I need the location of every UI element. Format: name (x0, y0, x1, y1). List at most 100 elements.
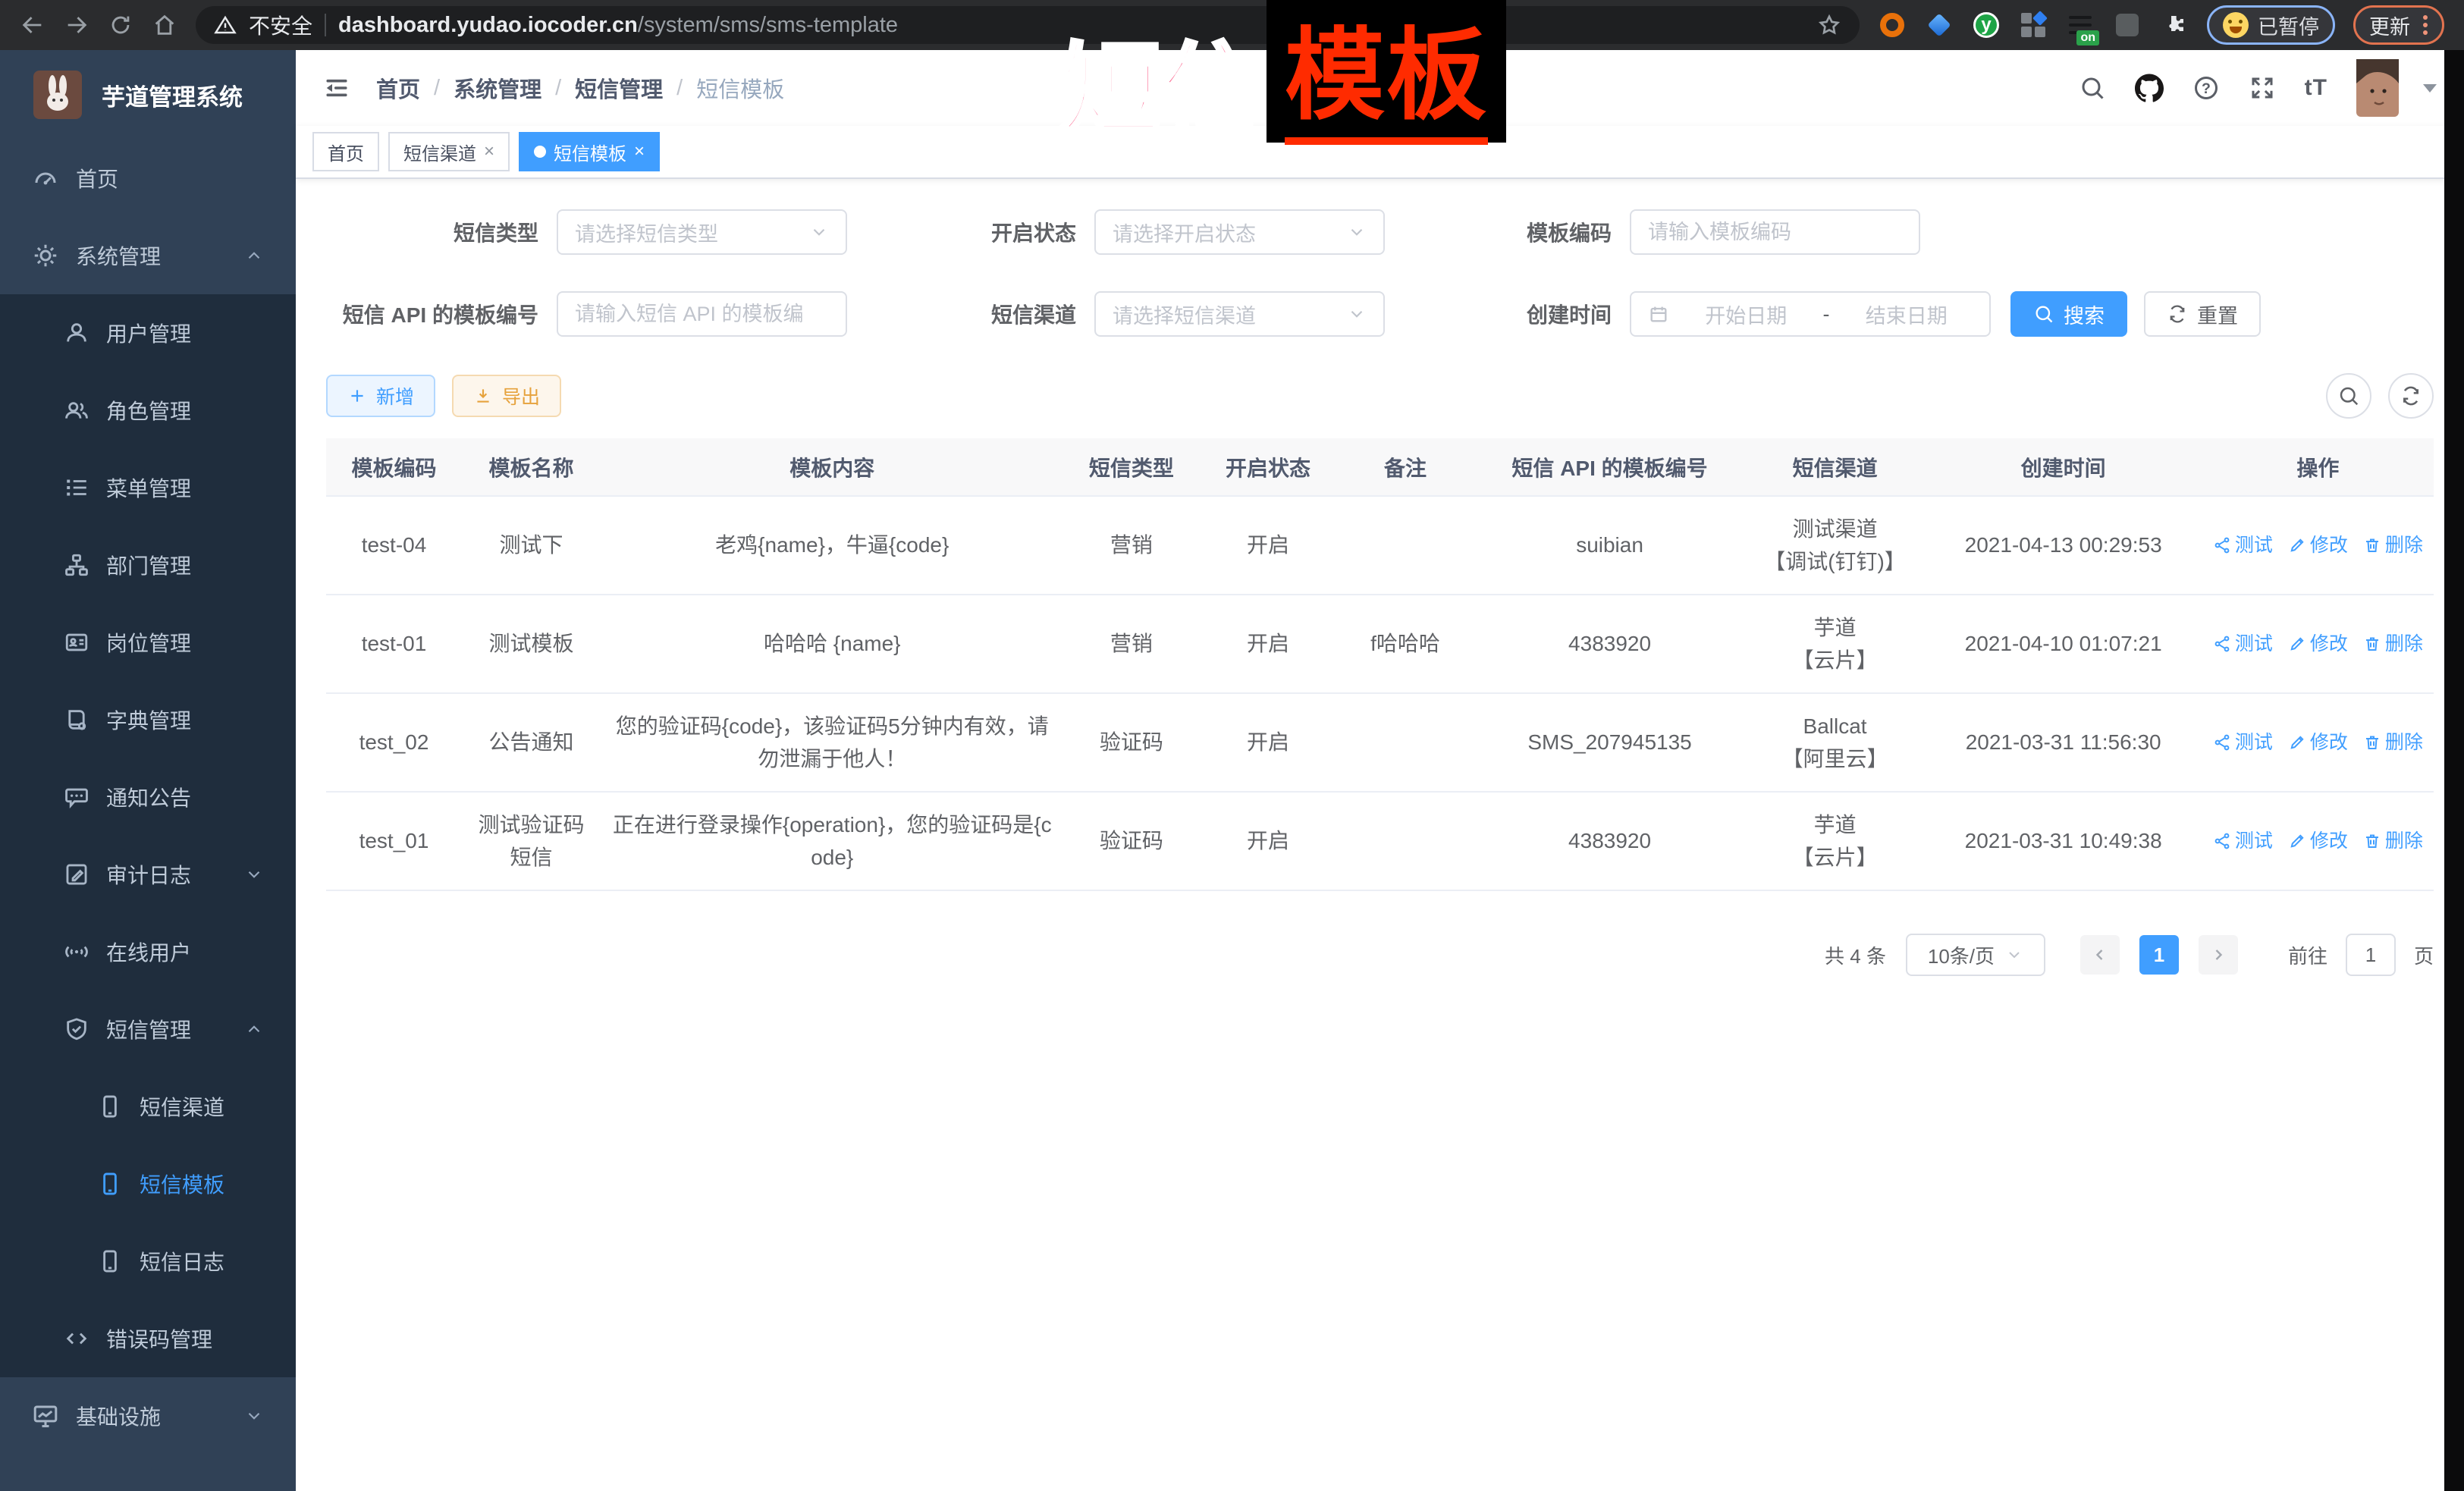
create-time-label: 创建时间 (1490, 299, 1630, 329)
address-bar[interactable]: 不安全 dashboard.yudao.iocoder.cn/system/sm… (196, 6, 1860, 44)
profile-paused-pill[interactable]: 已暂停 (2207, 5, 2335, 45)
url-text[interactable]: dashboard.yudao.iocoder.cn/system/sms/sm… (338, 13, 898, 38)
scrollbar[interactable] (2444, 50, 2464, 1491)
delete-link[interactable]: 删除 (2363, 827, 2423, 856)
goto-page-input[interactable] (2346, 934, 2396, 976)
sidebar-item-roles[interactable]: 角色管理 (0, 372, 296, 449)
sidebar-item-label: 审计日志 (106, 859, 191, 890)
help-icon[interactable]: ? (2192, 74, 2220, 102)
search-button[interactable]: 搜索 (2010, 291, 2127, 337)
sms-type-select[interactable]: 请选择短信类型 (557, 209, 847, 255)
extensions-puzzle-icon[interactable] (2160, 11, 2189, 39)
back-icon[interactable] (20, 12, 46, 38)
tab-sms-channel[interactable]: 短信渠道× (388, 132, 510, 171)
hamburger-icon[interactable] (323, 74, 350, 102)
end-date-placeholder[interactable]: 结束日期 (1841, 300, 1973, 329)
template-code-label: 模板编码 (1490, 217, 1630, 247)
extension-tool-icon[interactable] (2113, 11, 2142, 39)
sidebar-item-system[interactable]: 系统管理 (0, 217, 296, 294)
forward-icon[interactable] (64, 12, 89, 38)
breadcrumb-home[interactable]: 首页 (376, 72, 420, 104)
pencil-icon (2288, 733, 2306, 752)
sidebar-item-dict[interactable]: 字典管理 (0, 681, 296, 758)
sidebar-item-online-users[interactable]: 在线用户 (0, 913, 296, 990)
sidebar-item-sms-log[interactable]: 短信日志 (0, 1223, 296, 1300)
close-icon[interactable]: × (484, 141, 494, 162)
page-size-select[interactable]: 10条/页 (1906, 934, 2045, 976)
breadcrumb-sms[interactable]: 短信管理 (575, 72, 663, 104)
warning-icon (214, 14, 237, 36)
font-size-icon[interactable]: tT (2305, 75, 2327, 101)
share-icon (2213, 733, 2231, 752)
reset-button[interactable]: 重置 (2144, 291, 2261, 337)
sidebar-item-notice[interactable]: 通知公告 (0, 758, 296, 836)
browser-update-pill[interactable]: 更新 (2353, 5, 2444, 45)
edit-link[interactable]: 修改 (2288, 629, 2348, 659)
sidebar-item-home[interactable]: 首页 (0, 140, 296, 217)
sidebar-item-sms[interactable]: 短信管理 (0, 990, 296, 1068)
page-number-current[interactable]: 1 (2139, 935, 2179, 975)
search-icon[interactable] (2079, 74, 2106, 102)
id-card-icon (64, 629, 89, 655)
col-remark: 备注 (1336, 438, 1474, 496)
home-icon[interactable] (152, 12, 177, 38)
test-link[interactable]: 测试 (2213, 629, 2273, 659)
sidebar-item-users[interactable]: 用户管理 (0, 294, 296, 372)
edit-link[interactable]: 修改 (2288, 728, 2348, 758)
extension-gem-icon[interactable] (1925, 11, 1954, 39)
api-template-input[interactable] (557, 291, 847, 337)
sidebar-item-posts[interactable]: 岗位管理 (0, 604, 296, 681)
delete-link[interactable]: 删除 (2363, 531, 2423, 560)
prev-page-button[interactable] (2080, 935, 2120, 975)
close-icon[interactable]: × (634, 141, 645, 162)
col-status: 开启状态 (1199, 438, 1336, 496)
channel-select[interactable]: 请选择短信渠道 (1094, 291, 1385, 337)
next-page-button[interactable] (2199, 935, 2238, 975)
delete-link[interactable]: 删除 (2363, 728, 2423, 758)
browser-menu-icon[interactable] (2422, 12, 2428, 38)
show-search-button[interactable] (2326, 373, 2371, 419)
edit-link[interactable]: 修改 (2288, 531, 2348, 560)
test-link[interactable]: 测试 (2213, 728, 2273, 758)
extension-grid-icon[interactable] (2019, 11, 2048, 39)
avatar-caret-icon[interactable] (2423, 84, 2437, 93)
sidebar-item-departments[interactable]: 部门管理 (0, 526, 296, 604)
phone-icon (97, 1248, 123, 1274)
fullscreen-icon[interactable] (2249, 74, 2276, 102)
extension-orange-icon[interactable] (1878, 11, 1907, 39)
sidebar-item-menus[interactable]: 菜单管理 (0, 449, 296, 526)
tab-home[interactable]: 首页 (312, 132, 379, 171)
export-button[interactable]: 导出 (452, 375, 561, 417)
test-link[interactable]: 测试 (2213, 827, 2273, 856)
status-select[interactable]: 请选择开启状态 (1094, 209, 1385, 255)
chevron-right-icon (2209, 946, 2227, 964)
sidebar-item-infrastructure[interactable]: 基础设施 (0, 1377, 296, 1455)
extension-list-icon[interactable]: on (2066, 11, 2095, 39)
tab-sms-template[interactable]: 短信模板× (519, 132, 660, 171)
breadcrumb-system[interactable]: 系统管理 (454, 72, 541, 104)
template-code-input[interactable] (1630, 209, 1920, 255)
refresh-button[interactable] (2388, 373, 2434, 419)
sidebar: 芋道管理系统 首页 系统管理 用户管理 角色管理 (0, 50, 296, 1491)
edit-link[interactable]: 修改 (2288, 827, 2348, 856)
avatar[interactable] (2356, 59, 2399, 117)
navbar-right: ? tT (2079, 59, 2437, 117)
bookmark-star-icon[interactable] (1817, 13, 1841, 37)
sidebar-item-error-code[interactable]: 错误码管理 (0, 1300, 296, 1377)
test-link[interactable]: 测试 (2213, 531, 2273, 560)
col-channel: 短信渠道 (1746, 438, 1925, 496)
reload-icon[interactable] (108, 12, 133, 38)
app-title: 芋道管理系统 (102, 78, 243, 112)
extension-y-icon[interactable]: y (1972, 11, 2001, 39)
sidebar-item-audit-log[interactable]: 审计日志 (0, 836, 296, 913)
github-icon[interactable] (2135, 74, 2164, 102)
date-range-picker[interactable]: 开始日期 - 结束日期 (1630, 291, 1991, 337)
start-date-placeholder[interactable]: 开始日期 (1680, 300, 1813, 329)
pill-divider (325, 14, 326, 36)
sidebar-item-sms-channel[interactable]: 短信渠道 (0, 1068, 296, 1145)
date-separator: - (1823, 303, 1830, 326)
add-button[interactable]: 新增 (326, 375, 435, 417)
main-area: 首页 / 系统管理 / 短信管理 / 短信模板 ? tT (296, 50, 2464, 1491)
delete-link[interactable]: 删除 (2363, 629, 2423, 659)
sidebar-item-sms-template[interactable]: 短信模板 (0, 1145, 296, 1223)
